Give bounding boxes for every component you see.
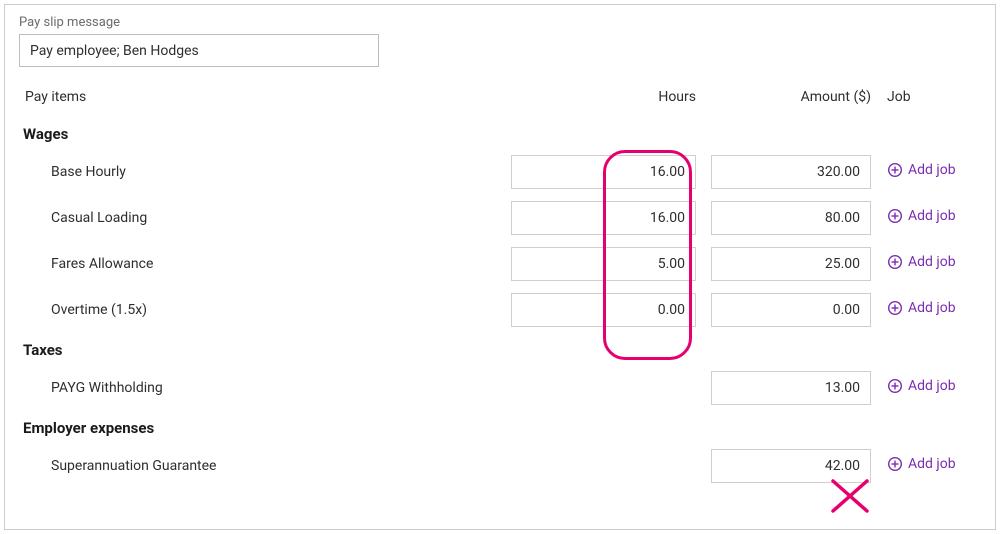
add-job-button[interactable]: Add job — [887, 208, 956, 224]
add-job-label: Add job — [908, 456, 956, 472]
add-job-label: Add job — [908, 300, 956, 316]
amount-input[interactable] — [711, 449, 871, 483]
add-job-button[interactable]: Add job — [887, 300, 956, 316]
payslip-message-input[interactable] — [19, 34, 379, 67]
pay-item-label: Superannuation Guarantee — [19, 458, 511, 474]
plus-circle-icon — [887, 254, 903, 270]
table-row: Superannuation Guarantee Add job — [19, 443, 981, 489]
add-job-button[interactable]: Add job — [887, 378, 956, 394]
table-row: Base Hourly Add job — [19, 149, 981, 195]
hours-input[interactable] — [511, 293, 696, 327]
plus-circle-icon — [887, 378, 903, 394]
hours-input[interactable] — [511, 247, 696, 281]
hours-input[interactable] — [511, 201, 696, 235]
table-row: Fares Allowance Add job — [19, 241, 981, 287]
header-hours: Hours — [511, 89, 706, 105]
add-job-label: Add job — [908, 162, 956, 178]
add-job-label: Add job — [908, 378, 956, 394]
section-wages-title: Wages — [19, 117, 981, 149]
plus-circle-icon — [887, 300, 903, 316]
pay-item-label: Fares Allowance — [19, 256, 511, 272]
plus-circle-icon — [887, 456, 903, 472]
amount-input[interactable] — [711, 155, 871, 189]
add-job-label: Add job — [908, 254, 956, 270]
section-employer-expenses-title: Employer expenses — [19, 411, 981, 443]
section-taxes-title: Taxes — [19, 333, 981, 365]
amount-input[interactable] — [711, 247, 871, 281]
pay-item-label: PAYG Withholding — [19, 380, 511, 396]
grid-header-row: Pay items Hours Amount ($) Job — [19, 81, 981, 113]
table-row: Casual Loading Add job — [19, 195, 981, 241]
header-job: Job — [881, 89, 981, 105]
hours-input[interactable] — [511, 155, 696, 189]
payslip-message-label: Pay slip message — [19, 15, 981, 30]
pay-item-label: Casual Loading — [19, 210, 511, 226]
header-pay-items: Pay items — [19, 89, 511, 105]
pay-items-grid: Pay items Hours Amount ($) Job Wages Bas… — [19, 81, 981, 489]
add-job-button[interactable]: Add job — [887, 162, 956, 178]
pay-panel: Pay slip message Pay items Hours Amount … — [4, 4, 996, 530]
amount-input[interactable] — [711, 201, 871, 235]
table-row: Overtime (1.5x) Add job — [19, 287, 981, 333]
header-amount: Amount ($) — [706, 89, 881, 105]
add-job-label: Add job — [908, 208, 956, 224]
amount-input[interactable] — [711, 371, 871, 405]
plus-circle-icon — [887, 208, 903, 224]
pay-item-label: Base Hourly — [19, 164, 511, 180]
pay-item-label: Overtime (1.5x) — [19, 302, 511, 318]
plus-circle-icon — [887, 162, 903, 178]
table-row: PAYG Withholding Add job — [19, 365, 981, 411]
add-job-button[interactable]: Add job — [887, 456, 956, 472]
amount-input[interactable] — [711, 293, 871, 327]
add-job-button[interactable]: Add job — [887, 254, 956, 270]
